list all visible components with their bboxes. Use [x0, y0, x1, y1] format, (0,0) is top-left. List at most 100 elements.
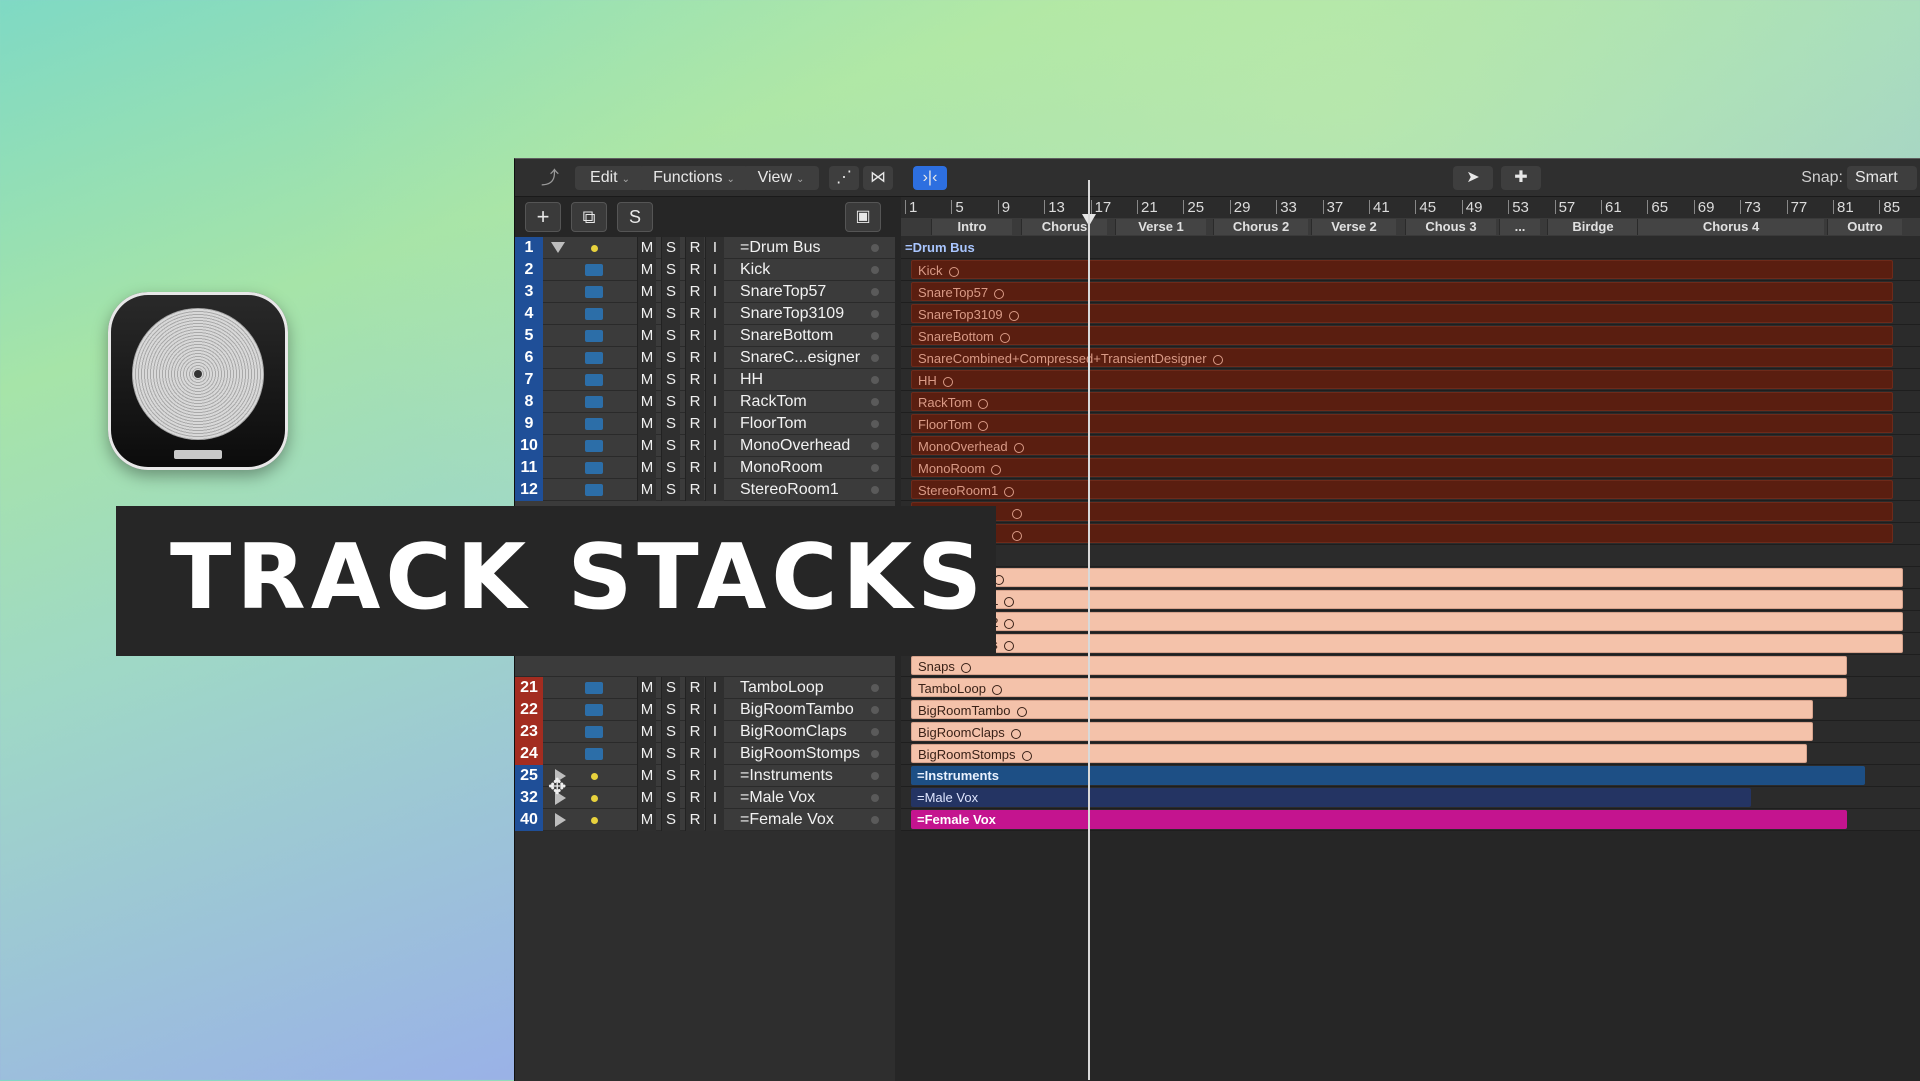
input-monitor-button[interactable]: I — [705, 699, 724, 721]
mute-button[interactable]: M — [637, 479, 656, 501]
audio-region[interactable]: e1 — [911, 590, 1903, 609]
track-row[interactable]: 40 M S R I =Female Vox — [515, 809, 895, 831]
mute-button[interactable]: M — [637, 699, 656, 721]
track-row[interactable]: 5 M S R I SnareBottom — [515, 325, 895, 347]
track-name[interactable]: SnareBottom — [740, 325, 833, 347]
solo-button[interactable]: S — [661, 369, 680, 391]
solo-button[interactable]: S — [661, 347, 680, 369]
mute-button[interactable]: M — [637, 787, 656, 809]
track-name[interactable]: =Male Vox — [740, 787, 815, 809]
solo-button[interactable]: S — [661, 765, 680, 787]
record-button[interactable]: R — [685, 479, 704, 501]
track-name[interactable]: SnareTop57 — [740, 281, 826, 303]
record-button[interactable]: R — [685, 699, 704, 721]
flex-icon[interactable]: ⋈ — [863, 166, 893, 190]
record-button[interactable]: R — [685, 721, 704, 743]
input-monitor-button[interactable]: I — [705, 303, 724, 325]
duplicate-track-button[interactable]: ⧉ — [571, 202, 607, 232]
audio-region[interactable]: FloorTom — [911, 414, 1893, 433]
mute-button[interactable]: M — [637, 237, 656, 259]
audio-region[interactable]: SnareTop57 — [911, 282, 1893, 301]
track-row[interactable]: 24 M S R I BigRoomStomps — [515, 743, 895, 765]
track-name[interactable]: RackTom — [740, 391, 807, 413]
input-monitor-button[interactable]: I — [705, 721, 724, 743]
track-name[interactable]: StereoRoom1 — [740, 479, 839, 501]
pencil-tool-icon[interactable]: ✚ — [1501, 166, 1541, 190]
audio-region[interactable] — [911, 568, 1903, 587]
mute-button[interactable]: M — [637, 325, 656, 347]
add-track-button[interactable]: + — [525, 202, 561, 232]
record-button[interactable]: R — [685, 259, 704, 281]
audio-region[interactable]: TamboLoop — [911, 678, 1847, 697]
audio-region[interactable] — [911, 502, 1893, 521]
track-row[interactable]: 32 M S R I =Male Vox — [515, 787, 895, 809]
folder-region[interactable]: =Male Vox — [911, 788, 1751, 807]
view-menu[interactable]: View ⌄ — [743, 166, 819, 190]
arrange-area[interactable]: =Drum Bus Kick SnareTop57 SnareTop3109 Snare… — [901, 237, 1920, 1081]
track-row[interactable] — [515, 655, 895, 677]
marker-3[interactable]: Chorus 2 — [1213, 219, 1308, 235]
audio-region[interactable]: HH — [911, 370, 1893, 389]
audio-region[interactable]: BigRoomClaps — [911, 722, 1813, 741]
mute-button[interactable]: M — [637, 391, 656, 413]
input-monitor-button[interactable]: I — [705, 369, 724, 391]
solo-button[interactable]: S — [661, 479, 680, 501]
bar-ruler[interactable]: 1 5 9 13 17 21 25 29 33 37 41 45 49 53 57 61 65 69 73 77 81 8… — [901, 197, 1920, 237]
audio-region[interactable]: BigRoomTambo — [911, 700, 1813, 719]
marker-7[interactable]: Birdge — [1547, 219, 1638, 235]
input-monitor-button[interactable]: I — [705, 787, 724, 809]
marker-2[interactable]: Verse 1 — [1115, 219, 1206, 235]
track-row[interactable]: 21 M S R I TamboLoop — [515, 677, 895, 699]
pointer-tool-icon[interactable]: ➤ — [1453, 166, 1493, 190]
snap-select[interactable]: Smart — [1847, 166, 1917, 190]
track-name[interactable]: =Instruments — [740, 765, 833, 787]
catch-button[interactable]: ▣ — [845, 202, 881, 232]
track-row[interactable]: 7 M S R I HH — [515, 369, 895, 391]
input-monitor-button[interactable]: I — [705, 237, 724, 259]
track-name[interactable]: TamboLoop — [740, 677, 824, 699]
mute-button[interactable]: M — [637, 677, 656, 699]
solo-button[interactable]: S — [661, 743, 680, 765]
record-button[interactable]: R — [685, 743, 704, 765]
audio-region[interactable]: MonoRoom — [911, 458, 1893, 477]
mute-button[interactable]: M — [637, 369, 656, 391]
input-monitor-button[interactable]: I — [705, 281, 724, 303]
marker-6[interactable]: ... — [1499, 219, 1540, 235]
track-name[interactable]: HH — [740, 369, 763, 391]
record-button[interactable]: R — [685, 281, 704, 303]
solo-button[interactable]: S — [661, 787, 680, 809]
input-monitor-button[interactable]: I — [705, 743, 724, 765]
audio-region[interactable]: BigRoomStomps — [911, 744, 1807, 763]
folder-region[interactable]: =Instruments — [911, 766, 1865, 785]
mute-button[interactable]: M — [637, 765, 656, 787]
solo-button[interactable]: S — [661, 809, 680, 831]
track-name[interactable]: =Female Vox — [740, 809, 834, 831]
track-row[interactable]: 9 M S R I FloorTom — [515, 413, 895, 435]
input-monitor-button[interactable]: I — [705, 457, 724, 479]
track-name[interactable]: BigRoomStomps — [740, 743, 860, 765]
track-name[interactable]: =Drum Bus — [740, 237, 820, 259]
input-monitor-button[interactable]: I — [705, 259, 724, 281]
solo-button[interactable]: S — [661, 699, 680, 721]
mute-button[interactable]: M — [637, 457, 656, 479]
record-button[interactable]: R — [685, 787, 704, 809]
automation-curve-icon[interactable]: ⋰ — [829, 166, 859, 190]
track-name[interactable]: Kick — [740, 259, 770, 281]
smart-tempo-icon[interactable]: ›|‹ — [913, 166, 947, 190]
record-button[interactable]: R — [685, 391, 704, 413]
marker-9[interactable]: Outro — [1827, 219, 1902, 235]
mute-button[interactable]: M — [637, 743, 656, 765]
track-row[interactable]: 23 M S R I BigRoomClaps — [515, 721, 895, 743]
input-monitor-button[interactable]: I — [705, 479, 724, 501]
record-button[interactable]: R — [685, 369, 704, 391]
track-name[interactable]: SnareTop3109 — [740, 303, 844, 325]
catch-icon[interactable]: ⤴ — [537, 166, 563, 190]
audio-region[interactable] — [911, 524, 1893, 543]
marker-8[interactable]: Chorus 4 — [1637, 219, 1824, 235]
track-row[interactable]: 4 M S R I SnareTop3109 — [515, 303, 895, 325]
track-row[interactable]: 12 M S R I StereoRoom1 — [515, 479, 895, 501]
mute-button[interactable]: M — [637, 721, 656, 743]
solo-button[interactable]: S — [661, 391, 680, 413]
solo-button[interactable]: S — [661, 677, 680, 699]
record-button[interactable]: R — [685, 457, 704, 479]
